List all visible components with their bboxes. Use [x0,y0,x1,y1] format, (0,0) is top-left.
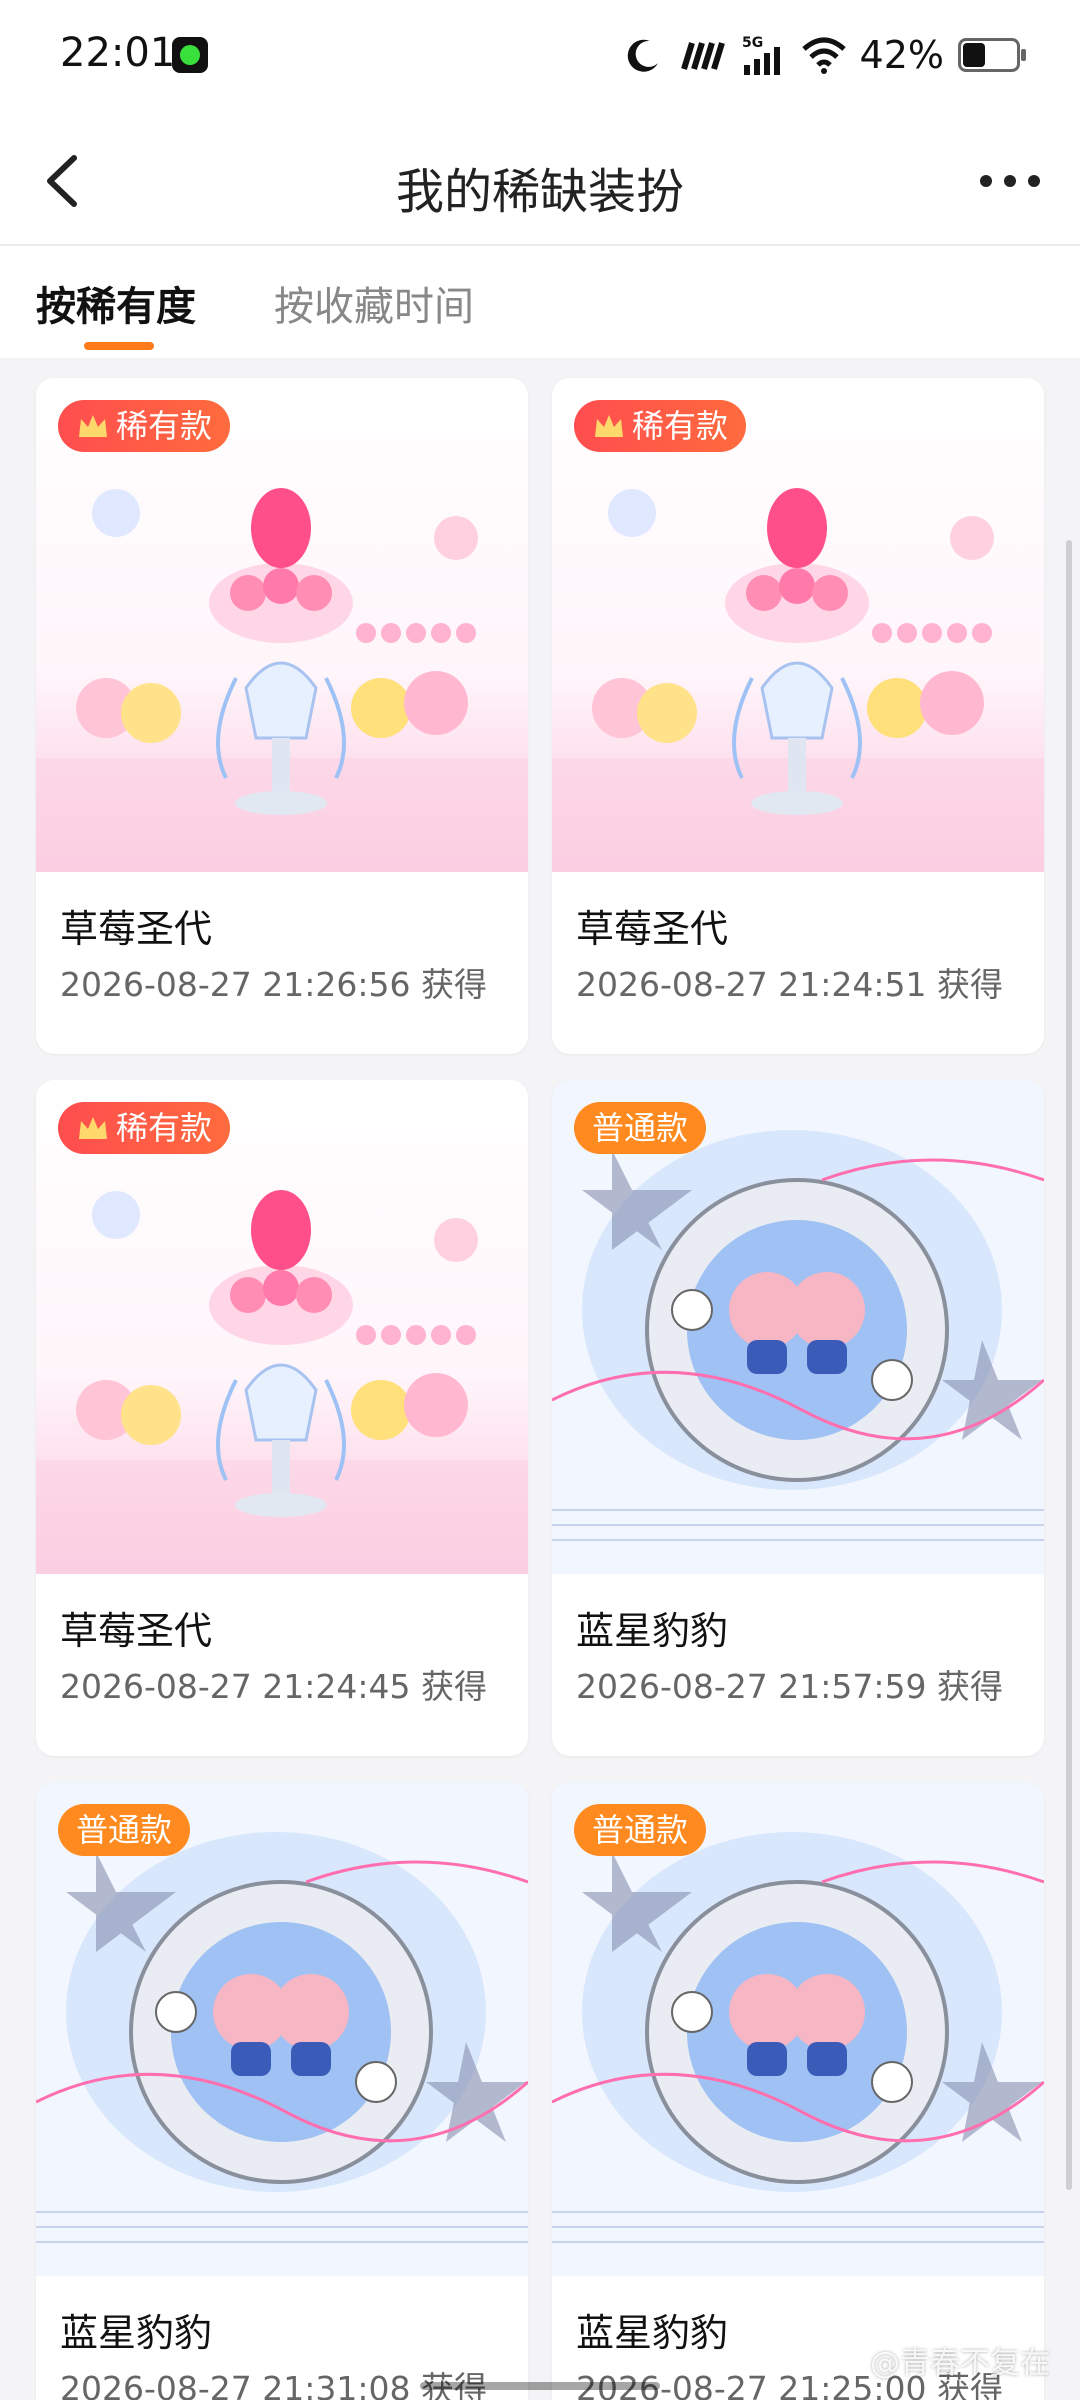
badge-label: 稀有款 [632,407,729,445]
wifi-icon [801,37,846,74]
battery-icon [958,38,1026,72]
moon-icon [627,39,658,72]
item-acquired-date: 2026-08-27 21:57:59 获得 [576,1667,1003,1706]
strawberry-sundae-preview-image [552,378,1044,872]
blue-star-leopard-preview-image [552,1782,1044,2276]
scrollbar[interactable] [1066,540,1072,2190]
item-acquired-date: 2026-08-27 21:31:08 获得 [60,2369,487,2400]
strawberry-sundae-preview-image [36,1080,528,1574]
item-name: 蓝星豹豹 [576,1609,729,1653]
item-acquired-date: 2026-08-27 21:26:56 获得 [60,965,487,1004]
item-name: 蓝星豹豹 [576,2311,729,2355]
item-name: 草莓圣代 [60,1609,213,1653]
item-card[interactable]: 稀有款 草莓圣代 2026-08-27 21:26:56 获得 [36,378,528,1054]
status-bar: 22:01 5G 42% [0,0,1080,120]
crown-icon [595,415,623,437]
rarity-badge: 普通款 [574,1102,707,1154]
active-tab-indicator [84,342,154,350]
item-acquired-date: 2026-08-27 21:24:45 获得 [60,1667,487,1706]
item-name: 草莓圣代 [60,907,213,951]
item-grid: 稀有款 草莓圣代 2026-08-27 21:26:56 获得 稀有款 草莓圣代… [0,358,1080,2400]
sort-tabs: 按稀有度 按收藏时间 [0,246,1080,358]
badge-label: 稀有款 [116,407,213,445]
badge-label: 普通款 [592,1109,689,1147]
page-title: 我的稀缺装扮 [395,164,684,220]
blue-star-leopard-preview-image [552,1080,1044,1574]
item-card[interactable]: 普通款 蓝星豹豹 2026-08-27 21:57:59 获得 [552,1080,1044,1756]
nav-header: 我的稀缺装扮 [0,120,1080,246]
item-acquired-date: 2026-08-27 21:24:51 获得 [576,965,1003,1004]
item-card[interactable]: 稀有款 草莓圣代 2026-08-27 21:24:51 获得 [552,378,1044,1054]
status-time: 22:01 [60,30,176,76]
crown-icon [79,415,107,437]
item-name: 蓝星豹豹 [60,2311,213,2355]
app-indicator-icon [172,37,208,73]
item-card[interactable]: 普通款 蓝星豹豹 2026-08-27 21:25:00 获得 [552,1782,1044,2400]
tab-by-collect-time[interactable]: 按收藏时间 [274,274,474,332]
rarity-badge: 普通款 [574,1804,707,1856]
more-button[interactable] [970,146,1050,216]
item-name: 草莓圣代 [576,907,729,951]
badge-label: 普通款 [76,1811,173,1849]
carrier-icon [680,42,725,70]
rarity-badge: 稀有款 [58,1102,231,1154]
status-icons: 5G 42% [624,30,1026,80]
rarity-badge: 普通款 [58,1804,191,1856]
crown-icon [79,1117,107,1139]
rarity-badge: 稀有款 [574,400,747,452]
more-dots-icon [980,175,1040,187]
badge-label: 稀有款 [116,1109,213,1147]
tab-by-rarity[interactable]: 按稀有度 [36,274,196,332]
item-card[interactable]: 稀有款 草莓圣代 2026-08-27 21:24:45 获得 [36,1080,528,1756]
battery-percent: 42% [859,33,944,77]
network-label: 5G [742,35,763,51]
watermark: @青春不复在 [870,2346,1050,2381]
item-card[interactable]: 普通款 蓝星豹豹 2026-08-27 21:31:08 获得 [36,1782,528,2400]
blue-star-leopard-preview-image [36,1782,528,2276]
rarity-badge: 稀有款 [58,400,231,452]
home-indicator[interactable] [420,2382,660,2390]
badge-label: 普通款 [592,1811,689,1849]
signal-5g-icon: 5G [742,35,780,75]
strawberry-sundae-preview-image [36,378,528,872]
